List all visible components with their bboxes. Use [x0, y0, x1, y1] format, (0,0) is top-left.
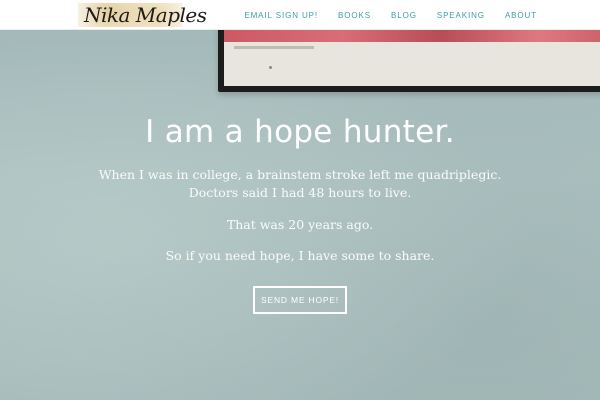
nav-blog[interactable]: BLOG — [391, 11, 417, 20]
hero-line-stroke: When I was in college, a brainstem strok… — [98, 167, 502, 182]
logo-text: Nika Maples — [84, 3, 207, 27]
main-nav: EMAIL SIGN UP! BOOKS BLOG SPEAKING ABOUT — [244, 0, 537, 30]
nav-about[interactable]: ABOUT — [505, 11, 537, 20]
nav-speaking[interactable]: SPEAKING — [437, 11, 485, 20]
site-logo[interactable]: Nika Maples — [78, 1, 207, 29]
nav-email-signup[interactable]: EMAIL SIGN UP! — [244, 11, 318, 20]
send-me-hope-button[interactable]: SEND ME HOPE! — [253, 286, 347, 314]
hero-line-doctors: Doctors said I had 48 hours to live. — [188, 185, 412, 200]
hero-line-years: That was 20 years ago. — [226, 217, 374, 232]
site-header: Nika Maples EMAIL SIGN UP! BOOKS BLOG SP… — [0, 0, 600, 30]
hero-section: I am a hope hunter. When I was in colleg… — [0, 30, 600, 400]
hero-title: I am a hope hunter. — [145, 114, 455, 150]
hero-line-share: So if you need hope, I have some to shar… — [165, 248, 435, 263]
nav-books[interactable]: BOOKS — [338, 11, 371, 20]
